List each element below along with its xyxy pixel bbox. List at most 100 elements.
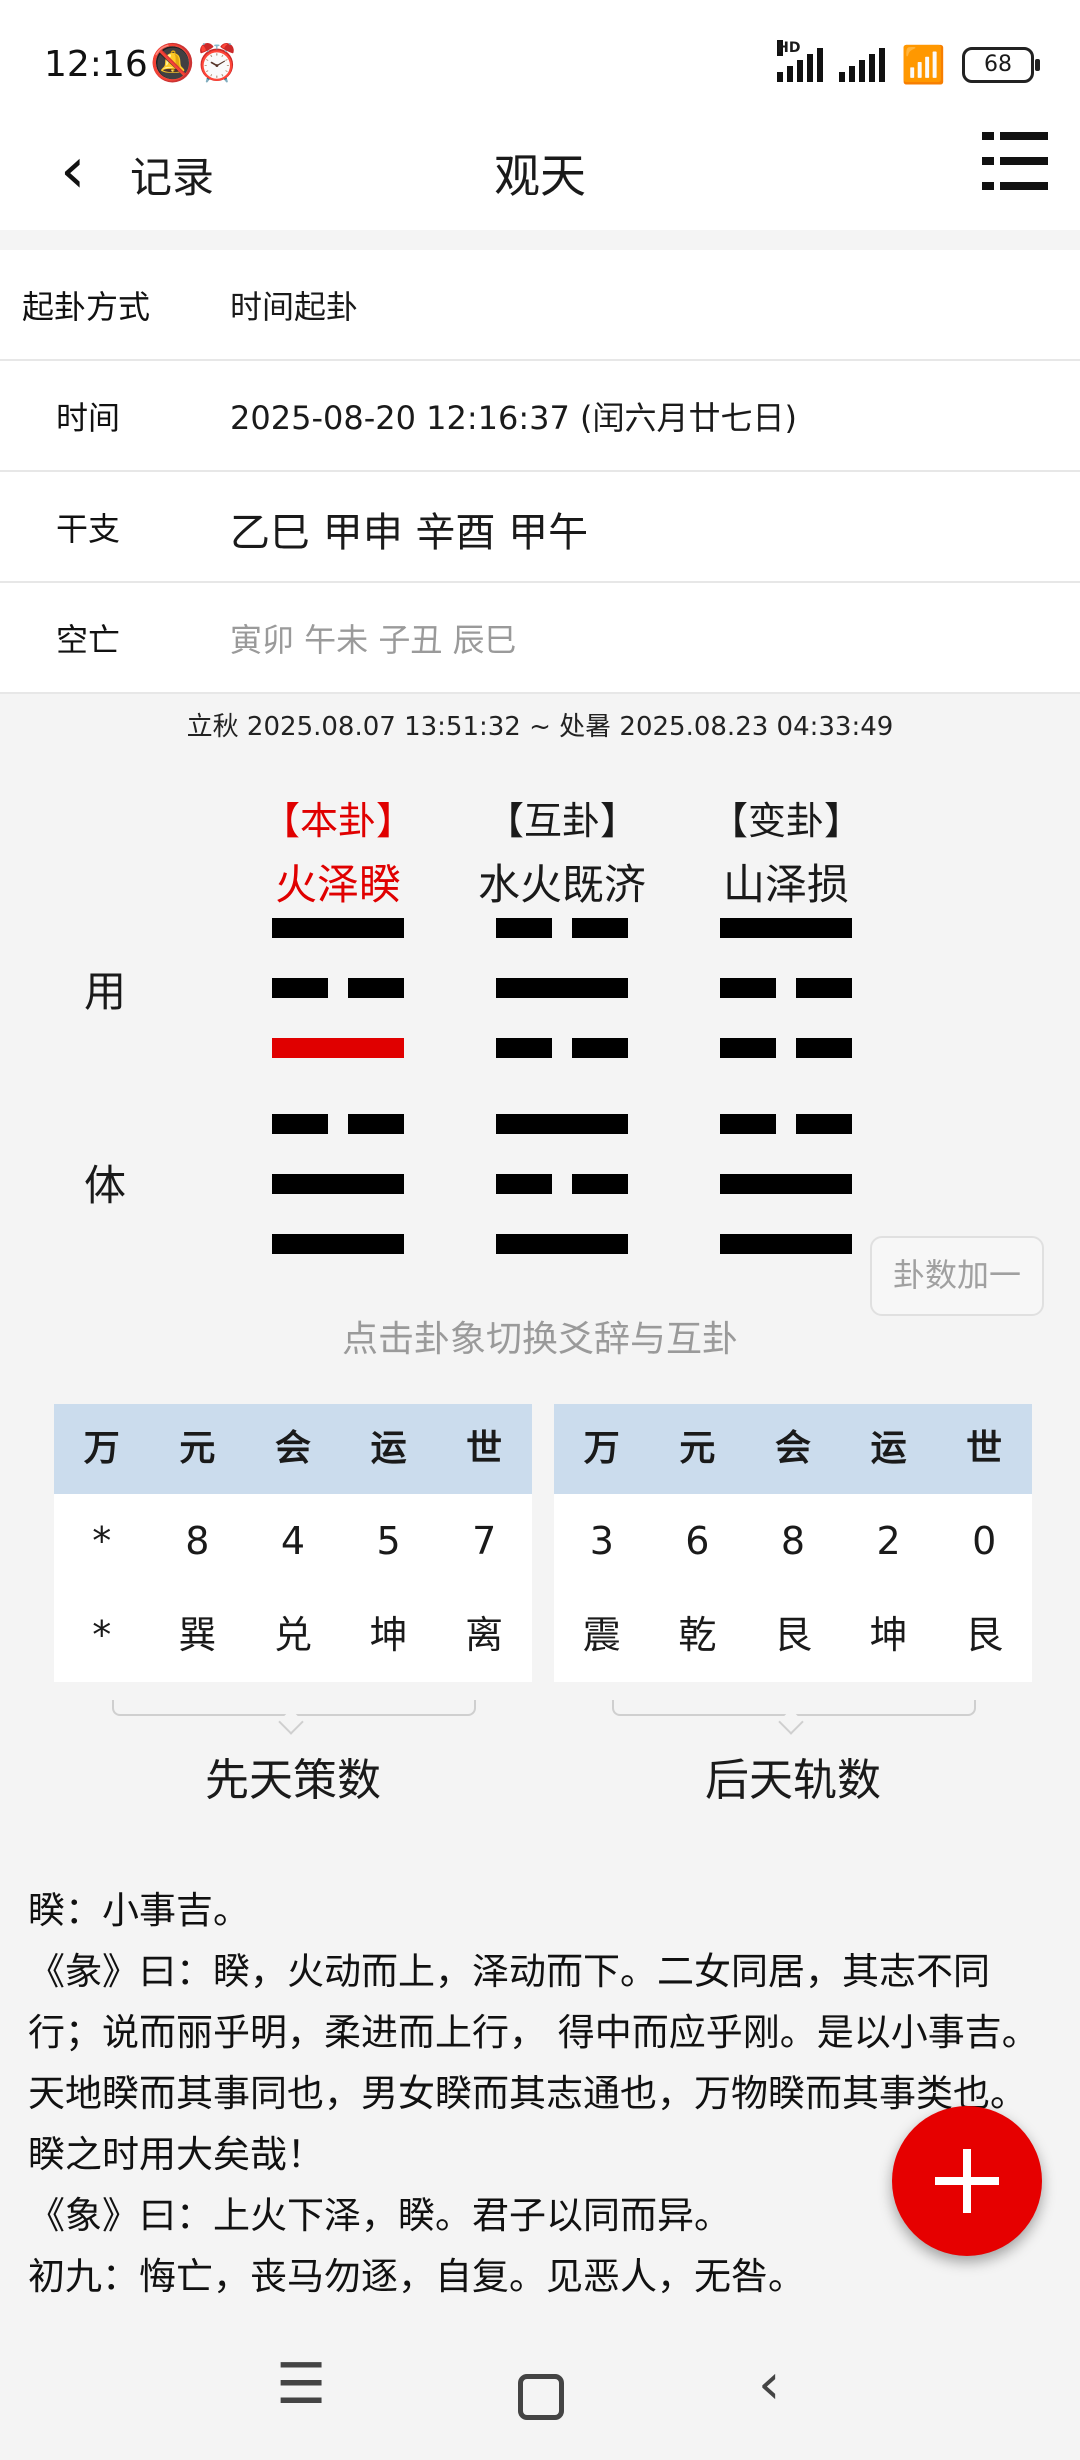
text-line: 初九：悔亡，丧马勿逐，自复。见恶人，无咎。 [28, 2255, 805, 2298]
hexagram-tag: 【互卦】 [485, 799, 638, 843]
page-title: 观天 [494, 149, 586, 203]
yin-line [272, 978, 404, 998]
yang-line [720, 1174, 852, 1194]
battery-icon: 68 [962, 47, 1040, 83]
hexagram-head-hu[interactable]: 【互卦】 水火既济 [452, 790, 672, 912]
hexagram-text: 睽：小事吉。 《彖》曰：睽，火动而上，泽动而下。二女同居，其志不同行；说而丽乎明… [28, 1880, 1058, 2307]
signal-hd-icon: HD [777, 40, 824, 82]
info-value: 寅卯 午未 子丑 辰巳 [230, 621, 517, 659]
yang-line [272, 1234, 404, 1254]
table-cell: 2 [876, 1519, 901, 1563]
table-header-cell: 元 [679, 1428, 716, 1469]
hint-text: 点击卦象切换爻辞与互卦 [341, 1319, 738, 1360]
table-row: * 巽 兑 坤 离 [54, 1588, 532, 1682]
yang-line [272, 1038, 404, 1058]
info-key: 起卦方式 [22, 288, 151, 326]
table-cell: 6 [685, 1519, 710, 1563]
yin-line [720, 1038, 852, 1058]
table-cell: 坤 [369, 1613, 408, 1657]
add-number-button[interactable]: 卦数加一 [870, 1236, 1044, 1316]
table-cell: 离 [465, 1613, 504, 1657]
table-cell: 3 [589, 1519, 614, 1563]
list-menu-icon[interactable] [982, 132, 1048, 190]
yin-line [272, 1114, 404, 1134]
table-cell: * [92, 1519, 112, 1563]
app-bar: ‹ 记录 观天 [0, 120, 1080, 230]
table-row: 震 乾 艮 坤 艮 [554, 1588, 1032, 1682]
info-key: 干支 [56, 510, 121, 548]
table-header-cell: 世 [966, 1428, 1003, 1469]
yang-line [720, 1234, 852, 1254]
yang-line [272, 1174, 404, 1194]
table-cell: 巽 [178, 1613, 217, 1657]
table-header-cell: 运 [370, 1428, 407, 1469]
table-cell: 坤 [869, 1613, 908, 1657]
status-right: HD 📶 68 [777, 40, 1040, 86]
info-value: 乙巳 甲申 辛酉 甲午 [230, 510, 589, 556]
info-value: 时间起卦 [230, 288, 359, 326]
ti-label: 体 [84, 1161, 127, 1210]
table-header-cell: 会 [774, 1428, 811, 1469]
hexagram-head-bian[interactable]: 【变卦】 山泽损 [676, 790, 896, 912]
xiantian-table: 万 元 会 运 世 * 8 4 5 7 * 巽 兑 坤 离 [54, 1404, 532, 1682]
table-cell: 8 [185, 1519, 210, 1563]
text-line: 睽：小事吉。 [28, 1889, 250, 1932]
signal-icon [839, 48, 886, 82]
hexagram-name: 火泽睽 [274, 860, 401, 909]
plus-icon-vertical [963, 2149, 971, 2213]
yong-label: 用 [84, 967, 127, 1016]
mute-alarm-icons: 🔕⏰ [150, 43, 240, 84]
status-bar: 12:16 🔕⏰ HD 📶 68 [0, 0, 1080, 120]
yin-line [496, 918, 628, 938]
table-row: * 8 4 5 7 [54, 1494, 532, 1588]
yin-line [496, 1038, 628, 1058]
table-header: 万 元 会 运 世 [54, 1404, 532, 1494]
yang-line [496, 1114, 628, 1134]
info-row-ganzhi: 干支 乙巳 甲申 辛酉 甲午 [0, 472, 1080, 583]
xiantian-caption: 先天策数 [205, 1755, 381, 1806]
brace-divider [112, 1700, 476, 1735]
status-time: 12:16 [44, 44, 148, 85]
hexagram-tag: 【本卦】 [261, 799, 414, 843]
table-header-cell: 世 [466, 1428, 503, 1469]
yang-line [272, 918, 404, 938]
table-cell: 7 [472, 1519, 497, 1563]
houtian-caption: 后天轨数 [705, 1755, 881, 1806]
table-header-cell: 会 [274, 1428, 311, 1469]
info-row-time: 时间 2025-08-20 12:16:37 (闰六月廿七日) [0, 361, 1080, 472]
table-header-cell: 万 [583, 1428, 620, 1469]
yin-line [496, 1174, 628, 1194]
table-cell: 4 [280, 1519, 306, 1563]
table-cell: 8 [780, 1519, 806, 1563]
table-row: 3 6 8 2 0 [554, 1494, 1032, 1588]
info-row-method: 起卦方式 时间起卦 [0, 250, 1080, 361]
info-value: 2025-08-20 12:16:37 (闰六月廿七日) [230, 399, 798, 437]
hexagram-name: 山泽损 [722, 860, 849, 909]
menu-nav-icon[interactable]: ☰ [276, 2352, 326, 2417]
info-row-kongwang: 空亡 寅卯 午未 子丑 辰巳 [0, 583, 1080, 694]
hexagram-head-ben[interactable]: 【本卦】 火泽睽 [228, 790, 448, 912]
yang-line [496, 978, 628, 998]
table-header-cell: 元 [179, 1428, 216, 1469]
table-cell: 艮 [773, 1613, 812, 1657]
yin-line [720, 978, 852, 998]
table-cell: 0 [972, 1519, 997, 1563]
houtian-table: 万 元 会 运 世 3 6 8 2 0 震 乾 艮 坤 艮 [554, 1404, 1032, 1682]
yang-line [496, 1234, 628, 1254]
back-nav-icon[interactable]: ‹ [758, 2352, 780, 2417]
table-cell: 兑 [273, 1613, 312, 1657]
home-nav-icon[interactable] [518, 2374, 564, 2420]
add-fab-button[interactable] [892, 2106, 1042, 2256]
table-cell: 乾 [678, 1613, 717, 1657]
table-cell: 震 [582, 1613, 621, 1657]
yin-line [720, 1114, 852, 1134]
system-nav-bar: ☰ ‹ [0, 2330, 1080, 2460]
table-cell: * [92, 1613, 112, 1657]
hd-label: HD [777, 40, 801, 56]
brace-divider [612, 1700, 976, 1735]
solar-terms: 立秋 2025.08.07 13:51:32 ~ 处暑 2025.08.23 0… [186, 712, 894, 742]
wifi-icon: 📶 [901, 45, 946, 86]
info-panel: 起卦方式 时间起卦 时间 2025-08-20 12:16:37 (闰六月廿七日… [0, 250, 1080, 694]
table-header-cell: 运 [870, 1428, 907, 1469]
info-key: 空亡 [56, 621, 121, 659]
